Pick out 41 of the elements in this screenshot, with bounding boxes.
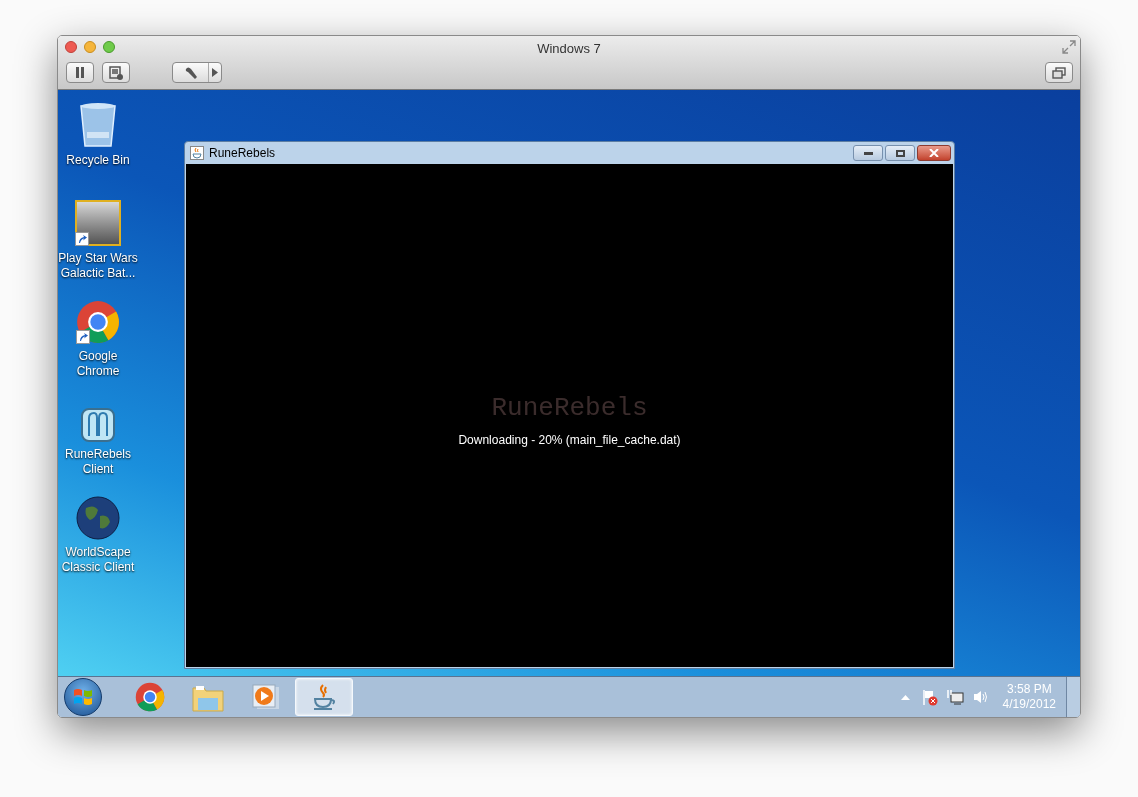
taskbar-button[interactable] xyxy=(295,678,353,716)
clock-date: 4/19/2012 xyxy=(1002,697,1056,712)
java-icon xyxy=(190,146,204,160)
minimize-button[interactable] xyxy=(853,145,883,161)
expand-icon[interactable] xyxy=(1062,40,1076,54)
pause-button[interactable] xyxy=(66,62,94,83)
coffee-cup-icon xyxy=(311,683,337,711)
screen-clock-icon xyxy=(109,65,123,80)
windows-logo-icon xyxy=(73,688,93,706)
game-logo: RuneRebels xyxy=(491,392,648,423)
windows-icon xyxy=(1052,66,1066,79)
close-button[interactable] xyxy=(917,145,951,161)
action-center-icon[interactable] xyxy=(921,688,938,706)
maximize-button[interactable] xyxy=(885,145,915,161)
settings-button[interactable] xyxy=(172,62,222,83)
desktop-icon-label[interactable]: Play Star Wars Galactic Bat... xyxy=(58,251,138,281)
recycle-bin-icon xyxy=(79,102,117,148)
game-thumbnail xyxy=(75,200,121,246)
game-client-icon xyxy=(81,408,115,442)
zoom-button[interactable] xyxy=(103,41,115,53)
desktop-icon-label[interactable]: Google Chrome xyxy=(76,349,120,379)
pause-icon xyxy=(75,67,85,78)
clock-time: 3:58 PM xyxy=(1006,682,1052,697)
desktop-icon-label[interactable]: Recycle Bin xyxy=(66,153,130,168)
desktop-icon-label[interactable]: RuneRebels Client xyxy=(64,447,131,477)
globe-icon xyxy=(76,496,120,540)
window-mode-button[interactable] xyxy=(1045,62,1073,83)
app-window-title: RuneRebels xyxy=(209,145,276,162)
chrome-icon xyxy=(135,682,165,712)
media-player-icon xyxy=(251,683,281,711)
caret-icon xyxy=(212,68,218,77)
start-button[interactable] xyxy=(64,678,102,716)
loading-status: Downloading - 20% (main_file_cache.dat) xyxy=(458,431,681,449)
wrench-icon xyxy=(183,65,198,80)
window-title: Windows 7 xyxy=(537,40,601,58)
snapshot-button[interactable] xyxy=(102,62,130,83)
desktop-icon-label[interactable]: WorldScape Classic Client xyxy=(61,545,135,575)
network-icon[interactable] xyxy=(946,689,964,705)
close-button[interactable] xyxy=(65,41,77,53)
show-desktop-button[interactable] xyxy=(1066,677,1080,717)
close-icon xyxy=(929,149,939,157)
